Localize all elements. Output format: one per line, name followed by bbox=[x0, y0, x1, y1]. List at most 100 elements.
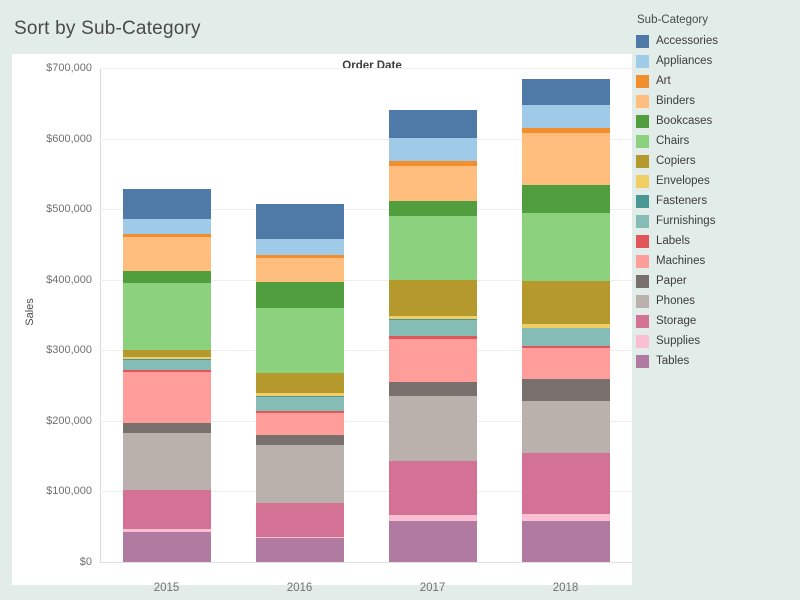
bar-segment[interactable] bbox=[122, 271, 211, 284]
bar-segment[interactable] bbox=[388, 336, 477, 339]
bar-segment[interactable] bbox=[255, 503, 344, 537]
bar-segment[interactable] bbox=[122, 528, 211, 532]
legend-item-label: Tables bbox=[656, 355, 690, 367]
legend-color-swatch bbox=[636, 234, 649, 248]
bar-segment[interactable] bbox=[521, 521, 610, 562]
legend-item[interactable]: Copiers bbox=[636, 151, 796, 171]
bar-segment[interactable] bbox=[122, 189, 211, 219]
bar-segment[interactable] bbox=[521, 453, 610, 515]
bar-segment[interactable] bbox=[388, 316, 477, 320]
bar-segment[interactable] bbox=[521, 212, 610, 282]
bar-segment[interactable] bbox=[388, 396, 477, 462]
bar-segment[interactable] bbox=[388, 320, 477, 337]
legend-item-label: Machines bbox=[656, 255, 706, 267]
legend-item[interactable]: Labels bbox=[636, 231, 796, 251]
bar-segment[interactable] bbox=[388, 338, 477, 383]
bar-segment[interactable] bbox=[388, 514, 477, 522]
bar-segment[interactable] bbox=[521, 184, 610, 213]
bar-segment[interactable] bbox=[521, 379, 610, 401]
stacked-bar[interactable] bbox=[122, 189, 211, 562]
bar-segment[interactable] bbox=[255, 411, 344, 414]
bar-segment[interactable] bbox=[122, 531, 211, 562]
legend-item[interactable]: Binders bbox=[636, 91, 796, 111]
bar-segment[interactable] bbox=[521, 127, 610, 134]
bar-segment[interactable] bbox=[388, 215, 477, 280]
bar-segment[interactable] bbox=[255, 258, 344, 283]
legend-color-swatch bbox=[636, 34, 649, 48]
page-title: Sort by Sub-Category bbox=[14, 18, 201, 39]
legend-color-swatch bbox=[636, 154, 649, 168]
chart-panel: Order Date Sales $0 $100,000 $200,000 $300,… bbox=[12, 54, 632, 594]
bar-segment[interactable] bbox=[122, 432, 211, 491]
bar-segment[interactable] bbox=[122, 356, 211, 360]
bar-segment[interactable] bbox=[521, 345, 610, 348]
legend-item[interactable]: Fasteners bbox=[636, 191, 796, 211]
bar-segment[interactable] bbox=[122, 359, 211, 371]
legend-color-swatch bbox=[636, 334, 649, 348]
bar-segment[interactable] bbox=[255, 413, 344, 436]
bar-segment[interactable] bbox=[521, 78, 610, 105]
bar-segment[interactable] bbox=[255, 254, 344, 259]
stacked-bar[interactable] bbox=[521, 78, 610, 562]
bar-segment[interactable] bbox=[122, 234, 211, 238]
bar-segment[interactable] bbox=[388, 521, 477, 562]
stacked-bar[interactable] bbox=[255, 204, 344, 562]
legend-color-swatch bbox=[636, 134, 649, 148]
bar-segment[interactable] bbox=[521, 133, 610, 185]
legend-item[interactable]: Envelopes bbox=[636, 171, 796, 191]
legend-item[interactable]: Accessories bbox=[636, 31, 796, 51]
bar-segment[interactable] bbox=[521, 328, 610, 346]
plot-area: $0 $100,000 $200,000 $300,000 $400,000 $500,0… bbox=[46, 62, 632, 594]
bar-segment[interactable] bbox=[521, 514, 610, 522]
bar-segment[interactable] bbox=[122, 490, 211, 529]
y-axis-tick-label: $300,000 bbox=[46, 344, 92, 357]
bar-segment[interactable] bbox=[255, 537, 344, 562]
bar-segment[interactable] bbox=[122, 237, 211, 272]
bar-segment[interactable] bbox=[388, 138, 477, 161]
legend-item[interactable]: Chairs bbox=[636, 131, 796, 151]
legend-item[interactable]: Supplies bbox=[636, 331, 796, 351]
bar-segment[interactable] bbox=[521, 324, 610, 328]
bar-segment[interactable] bbox=[255, 444, 344, 504]
bar-segment[interactable] bbox=[255, 204, 344, 240]
bar-segment[interactable] bbox=[388, 165, 477, 201]
legend-item[interactable]: Furnishings bbox=[636, 211, 796, 231]
legend-item[interactable]: Machines bbox=[636, 251, 796, 271]
bar-segment[interactable] bbox=[388, 279, 477, 317]
legend-item[interactable]: Appliances bbox=[636, 51, 796, 71]
bar-segment[interactable] bbox=[388, 160, 477, 166]
bar-segment[interactable] bbox=[122, 370, 211, 373]
x-axis-tick-label: 2015 bbox=[153, 582, 180, 594]
bar-segment[interactable] bbox=[255, 239, 344, 255]
bar-segment[interactable] bbox=[122, 422, 211, 433]
bar-segment[interactable] bbox=[255, 435, 344, 445]
legend-item[interactable]: Paper bbox=[636, 271, 796, 291]
bar-segment[interactable] bbox=[521, 400, 610, 454]
y-axis-title: Sales bbox=[24, 298, 36, 326]
legend-color-swatch bbox=[636, 114, 649, 128]
legend-item-label: Phones bbox=[656, 295, 696, 307]
legend-item[interactable]: Bookcases bbox=[636, 111, 796, 131]
bar-segment[interactable] bbox=[388, 382, 477, 397]
legend-item-label: Storage bbox=[656, 315, 697, 327]
bar-segment[interactable] bbox=[255, 373, 344, 393]
legend-item[interactable]: Tables bbox=[636, 351, 796, 371]
bar-segment[interactable] bbox=[255, 307, 344, 374]
bar-segment[interactable] bbox=[388, 110, 477, 139]
bar-segment[interactable] bbox=[521, 104, 610, 128]
bar-segment[interactable] bbox=[122, 350, 211, 357]
bar-segment[interactable] bbox=[122, 218, 211, 235]
bar-segment[interactable] bbox=[122, 283, 211, 351]
legend-item[interactable]: Storage bbox=[636, 311, 796, 331]
legend-item[interactable]: Art bbox=[636, 71, 796, 91]
bar-segment[interactable] bbox=[255, 392, 344, 396]
bar-segment[interactable] bbox=[521, 347, 610, 380]
bar-segment[interactable] bbox=[388, 200, 477, 216]
bar-segment[interactable] bbox=[255, 282, 344, 308]
stacked-bar[interactable] bbox=[388, 110, 477, 562]
bar-segment[interactable] bbox=[255, 396, 344, 411]
legend-item[interactable]: Phones bbox=[636, 291, 796, 311]
bar-segment[interactable] bbox=[388, 461, 477, 515]
bar-segment[interactable] bbox=[521, 281, 610, 325]
bar-segment[interactable] bbox=[122, 372, 211, 423]
